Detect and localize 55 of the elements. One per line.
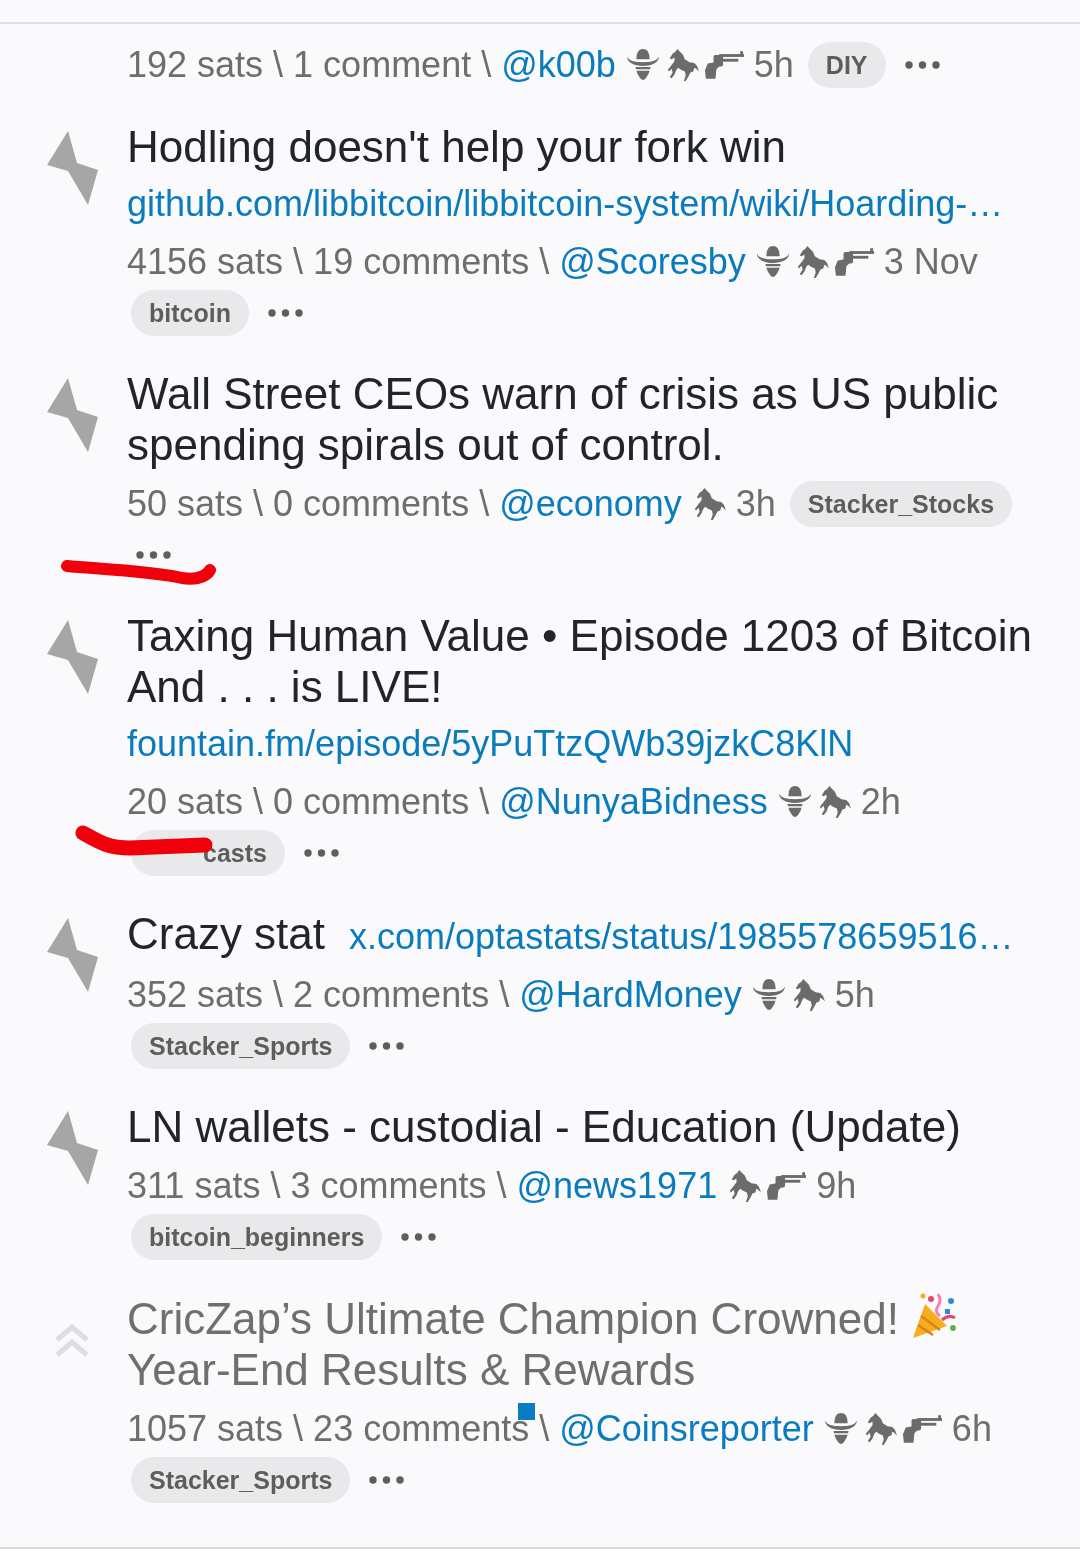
- tag-chip[interactable]: Stacker_Sports: [131, 1457, 351, 1503]
- revolver-icon: [766, 1171, 807, 1201]
- party-popper-icon: [911, 1292, 958, 1340]
- post-link[interactable]: x.com/optastats/status/1985578659516…: [349, 913, 1014, 961]
- username-link[interactable]: @k00b: [501, 41, 616, 89]
- post-stats: 311 sats \ 3 comments \: [127, 1165, 507, 1206]
- more-icon[interactable]: [369, 1476, 405, 1484]
- username-link[interactable]: @Coinsreporter: [559, 1405, 814, 1453]
- tag-chip[interactable]: bitcoin: [131, 290, 249, 336]
- tag-chip[interactable]: bitcoin_beginners: [131, 1214, 383, 1260]
- post-stats: 192 sats \ 1 comment \: [127, 44, 492, 85]
- horse-icon: [727, 1170, 762, 1202]
- post-age: 2h: [860, 780, 901, 824]
- cowboy-hat-icon: [755, 246, 790, 278]
- post-title[interactable]: Taxing Human Value • Episode 1203 of Bitcoin And . . . is LIVE!: [127, 610, 1040, 712]
- revolver-icon: [703, 50, 744, 80]
- post-age: 5h: [834, 973, 875, 1017]
- username-link[interactable]: @Scoresby: [559, 238, 746, 286]
- revolver-icon: [901, 1414, 942, 1444]
- post-stats: 1057 sats \ 23 comments \: [127, 1408, 550, 1449]
- username-link[interactable]: @NunyaBidness: [499, 778, 768, 826]
- more-icon[interactable]: [904, 61, 940, 69]
- more-icon[interactable]: [267, 309, 303, 317]
- post-age: 9h: [816, 1164, 857, 1208]
- tag-chip[interactable]: DIY: [807, 42, 886, 88]
- post-title[interactable]: Wall Street CEOs warn of crisis as US public spending spirals out of control.: [127, 368, 1040, 470]
- post-age: 5h: [753, 43, 794, 87]
- post-age: 3 Nov: [883, 240, 978, 284]
- cowboy-hat-icon: [625, 49, 660, 81]
- more-icon[interactable]: [303, 849, 339, 857]
- tag-chip[interactable]: Stacker_Stocks: [789, 481, 1013, 527]
- revolver-icon: [833, 247, 874, 277]
- username-link[interactable]: @economy: [499, 480, 682, 528]
- post-age: 6h: [951, 1407, 992, 1451]
- post-stats: 20 sats \ 0 comments \: [127, 781, 490, 822]
- username-link[interactable]: @HardMoney: [519, 971, 742, 1019]
- tag-chip[interactable]: Stacker_Sports: [131, 1023, 351, 1069]
- post-title[interactable]: LN wallets - custodial - Education (Update): [127, 1101, 961, 1152]
- post-link[interactable]: fountain.fm/episode/5yPuTtzQWb39jzkC8KlN: [127, 720, 854, 768]
- more-icon[interactable]: [369, 1042, 405, 1050]
- username-link[interactable]: @news1971: [516, 1162, 718, 1210]
- post-title[interactable]: Crazy stat: [127, 908, 326, 959]
- cowboy-hat-icon: [823, 1413, 858, 1445]
- post-stats: 4156 sats \ 19 comments \: [127, 241, 550, 282]
- post-stats: 352 sats \ 2 comments \: [127, 974, 510, 1015]
- cowboy-hat-icon: [751, 979, 786, 1011]
- post-link[interactable]: github.com/libbitcoin/libbitcoin-system/wiki/Hoarding-…: [127, 180, 1004, 228]
- post-stats: 50 sats \ 0 comments \: [127, 483, 490, 524]
- more-icon[interactable]: [401, 1233, 437, 1241]
- more-icon[interactable]: [136, 551, 171, 559]
- post-age: 3h: [735, 482, 776, 526]
- post-title[interactable]: Hodling doesn't help your fork win: [127, 121, 786, 172]
- post-title[interactable]: Year-End Results & Rewards: [127, 1345, 696, 1394]
- post-title[interactable]: CricZap’s Ultimate Champion Crowned!: [127, 1294, 899, 1343]
- cowboy-hat-icon: [777, 786, 812, 818]
